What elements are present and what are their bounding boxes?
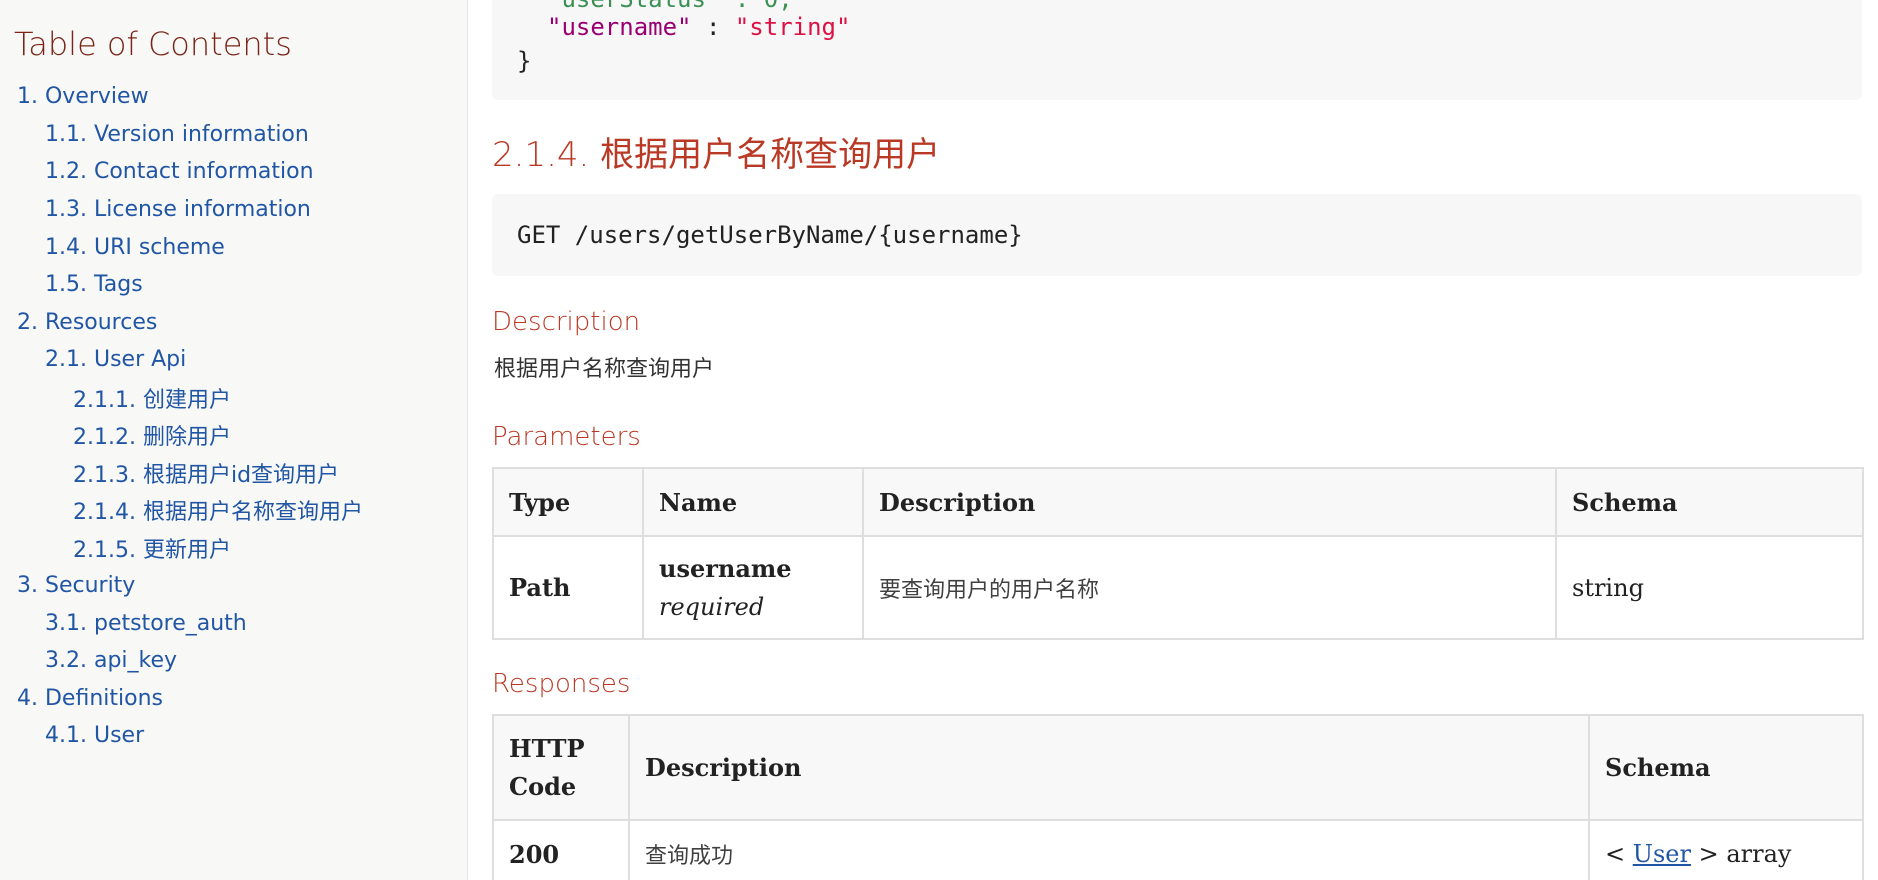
param-name-cell: username required — [642, 535, 864, 640]
schema-prefix: < — [1605, 840, 1633, 868]
param-required-label: required — [659, 592, 765, 621]
endpoint-code-block: GET /users/getUserByName/{username} — [492, 194, 1862, 276]
column-header-schema: Schema — [1588, 714, 1864, 821]
json-username-line: "username" : "string" — [547, 12, 850, 42]
toc-list: 1. Overview 1.1. Version information 1.2… — [0, 78, 363, 755]
param-type-cell: Path — [492, 535, 644, 640]
toc-link-uri-scheme[interactable]: 1.4. URI scheme — [0, 228, 363, 266]
param-schema-cell: string — [1555, 535, 1864, 640]
table-of-contents-sidebar: Table of Contents 1. Overview 1.1. Versi… — [0, 0, 468, 880]
json-value: "string" — [734, 13, 851, 41]
response-description-cell: 查询成功 — [628, 819, 1590, 880]
response-schema-cell: < User > array — [1588, 819, 1864, 880]
parameters-heading: Parameters — [492, 422, 641, 452]
section-heading: 2.1.4. 根据用户名称查询用户 — [492, 135, 941, 175]
endpoint-path: GET /users/getUserByName/{username} — [517, 221, 1023, 249]
description-text: 根据用户名称查询用户 — [494, 357, 715, 382]
toc-link-api-key[interactable]: 3.2. api_key — [0, 642, 363, 680]
toc-link-get-user-by-id[interactable]: 2.1.3. 根据用户id查询用户 — [0, 454, 363, 492]
toc-link-overview[interactable]: 1. Overview — [0, 78, 363, 116]
json-separator: : — [691, 13, 735, 41]
parameters-table: Type Name Description Schema Path userna… — [492, 467, 1864, 640]
column-header-name: Name — [642, 467, 864, 537]
json-key: "username" — [547, 13, 692, 41]
responses-table: HTTP Code Description Schema 200 查询成功 < … — [492, 714, 1864, 880]
http-code-header-line1: HTTP — [509, 733, 585, 763]
main-content: "userStatus" : 0, "username" : "string" … — [492, 0, 1864, 880]
schema-suffix: > array — [1690, 840, 1792, 868]
param-description-cell: 要查询用户的用户名称 — [862, 535, 1557, 640]
table-row: 200 查询成功 < User > array — [492, 819, 1864, 880]
toc-link-update-user[interactable]: 2.1.5. 更新用户 — [0, 529, 363, 567]
json-example-block: "userStatus" : 0, "username" : "string" … — [492, 0, 1862, 100]
toc-link-create-user[interactable]: 2.1.1. 创建用户 — [0, 379, 363, 417]
json-closing-brace: } — [517, 47, 532, 75]
column-header-http-code: HTTP Code — [492, 714, 630, 821]
description-heading: Description — [492, 307, 641, 337]
toc-link-security[interactable]: 3. Security — [0, 567, 363, 605]
toc-link-resources[interactable]: 2. Resources — [0, 304, 363, 342]
toc-link-tags[interactable]: 1.5. Tags — [0, 266, 363, 304]
column-header-description: Description — [628, 714, 1590, 821]
toc-link-definitions[interactable]: 4. Definitions — [0, 680, 363, 718]
user-schema-link[interactable]: User — [1633, 840, 1691, 868]
table-header-row: Type Name Description Schema — [492, 467, 1864, 537]
toc-link-get-user-by-name[interactable]: 2.1.4. 根据用户名称查询用户 — [0, 492, 363, 530]
param-name: username — [659, 553, 792, 583]
column-header-schema: Schema — [1555, 467, 1864, 537]
column-header-description: Description — [862, 467, 1557, 537]
table-row: Path username required 要查询用户的用户名称 string — [492, 535, 1864, 640]
toc-link-user-definition[interactable]: 4.1. User — [0, 717, 363, 755]
toc-link-contact-information[interactable]: 1.2. Contact information — [0, 153, 363, 191]
table-header-row: HTTP Code Description Schema — [492, 714, 1864, 821]
response-code-cell: 200 — [492, 819, 630, 880]
toc-link-delete-user[interactable]: 2.1.2. 删除用户 — [0, 416, 363, 454]
responses-heading: Responses — [492, 669, 631, 699]
toc-link-user-api[interactable]: 2.1. User Api — [0, 341, 363, 379]
toc-link-version-information[interactable]: 1.1. Version information — [0, 116, 363, 154]
toc-title: Table of Contents — [14, 25, 292, 63]
http-code-header-line2: Code — [509, 771, 577, 801]
toc-link-license-information[interactable]: 1.3. License information — [0, 191, 363, 229]
toc-link-petstore-auth[interactable]: 3.1. petstore_auth — [0, 604, 363, 642]
column-header-type: Type — [492, 467, 644, 537]
